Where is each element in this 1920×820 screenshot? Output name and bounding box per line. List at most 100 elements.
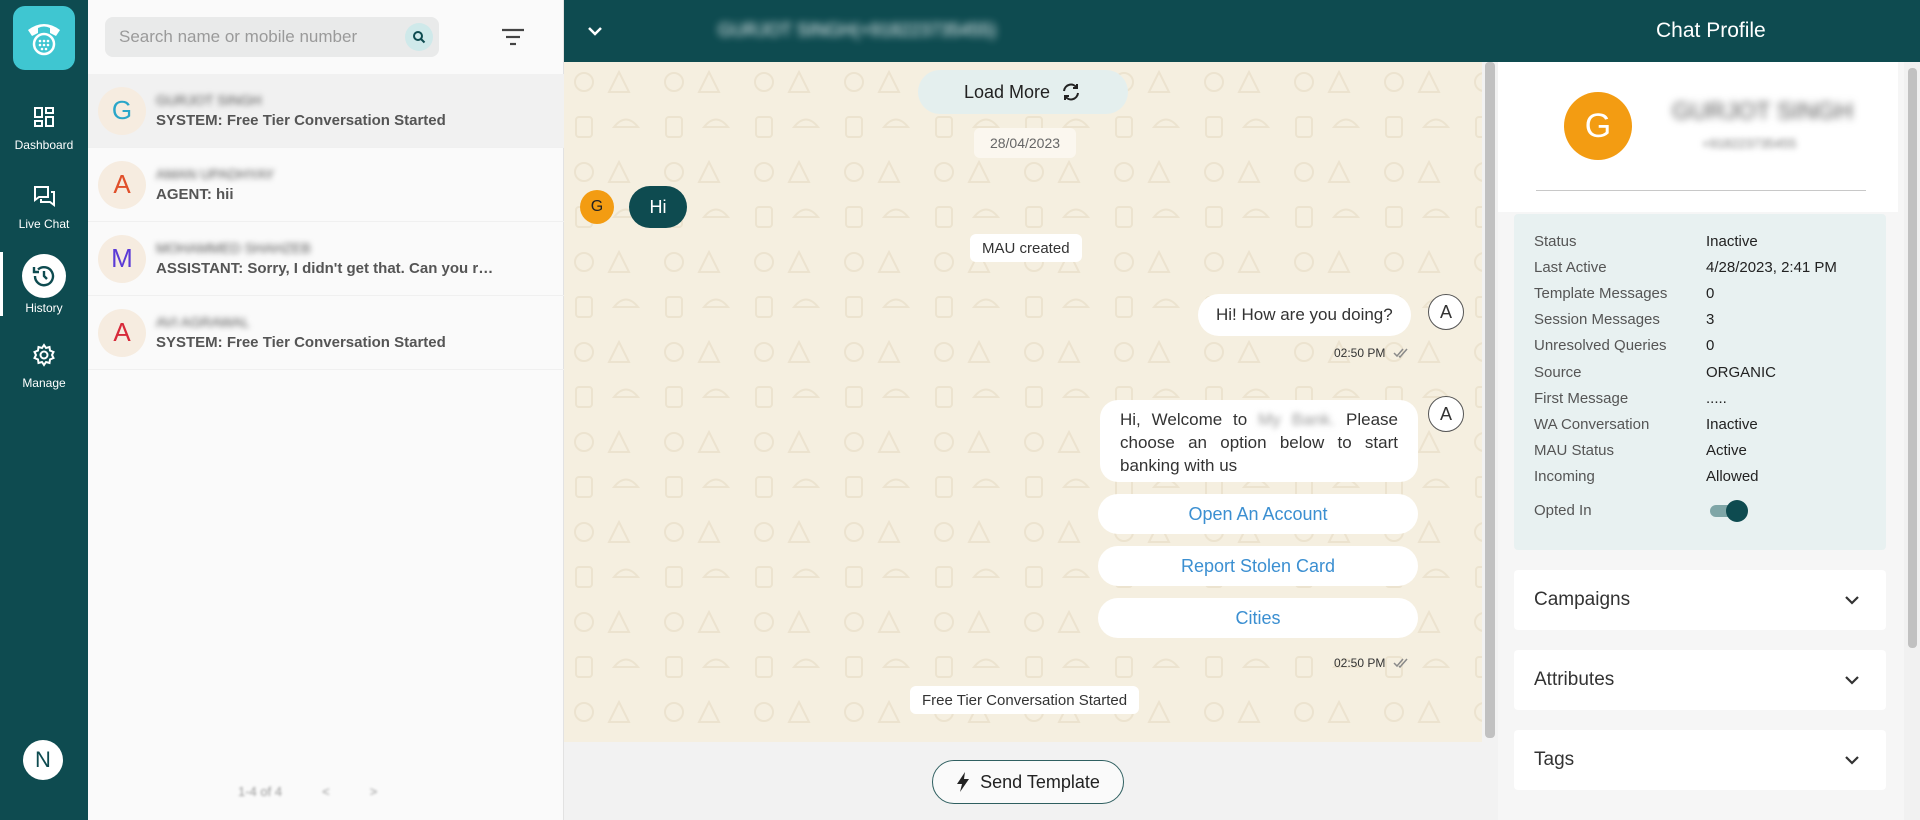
detail-key: Session Messages <box>1534 311 1660 328</box>
chat-scrollbar-thumb[interactable] <box>1485 62 1495 738</box>
quick-reply-cities[interactable]: Cities <box>1098 598 1418 638</box>
message-timestamp: 02:50 PM <box>1334 656 1411 670</box>
search-icon[interactable] <box>405 23 433 51</box>
left-nav: Dashboard Live Chat History Manage N <box>0 0 88 820</box>
detail-value: ORGANIC <box>1706 364 1777 381</box>
composer-bar: Send Template <box>564 742 1498 820</box>
message-time: 02:50 PM <box>1334 346 1386 360</box>
user-avatar[interactable]: N <box>23 740 63 780</box>
chevron-down-icon <box>1845 676 1859 685</box>
message-time: 02:50 PM <box>1334 656 1386 670</box>
nav-manage[interactable]: Manage <box>0 340 88 412</box>
detail-key: Incoming <box>1534 468 1595 485</box>
contact-avatar: M <box>98 234 146 283</box>
chat-header: GURJOT SINGH(+918223735455) Chat Profile <box>564 0 1920 62</box>
contact-item[interactable]: A AMAN UPADHYAY AGENT: hii <box>88 148 564 222</box>
agent-avatar: A <box>1428 396 1464 432</box>
nav-dashboard[interactable]: Dashboard <box>0 102 88 174</box>
campaigns-section[interactable]: Campaigns <box>1514 570 1886 630</box>
opted-in-toggle[interactable] <box>1710 500 1748 522</box>
detail-key: First Message <box>1534 390 1629 407</box>
detail-key: Template Messages <box>1534 285 1668 302</box>
agent-avatar: A <box>1428 294 1464 330</box>
contact-item[interactable]: G GURJOT SINGH SYSTEM: Free Tier Convers… <box>88 74 564 148</box>
detail-value: 0 <box>1706 337 1715 354</box>
contact-avatar: G <box>98 86 146 135</box>
contact-last-message: SYSTEM: Free Tier Conversation Started <box>156 334 446 351</box>
app-logo[interactable] <box>13 6 75 70</box>
tags-section[interactable]: Tags <box>1514 730 1886 790</box>
nav-live-chat[interactable]: Live Chat <box>0 181 88 253</box>
gear-icon <box>29 340 59 370</box>
contact-text: MOHAMMED SHAHZEB ASSISTANT: Sorry, I did… <box>156 240 501 277</box>
date-separator: 28/04/2023 <box>974 128 1076 158</box>
load-more-button[interactable]: Load More <box>918 70 1128 114</box>
quick-reply-open-account[interactable]: Open An Account <box>1098 494 1418 534</box>
detail-key: WA Conversation <box>1534 416 1650 433</box>
section-title: Tags <box>1534 749 1575 770</box>
contact-last-message: SYSTEM: Free Tier Conversation Started <box>156 112 446 129</box>
contact-name: AMAN UPADHYAY <box>156 166 275 182</box>
opted-in-label: Opted In <box>1534 502 1592 519</box>
contact-name: GURJOT SINGH <box>156 92 262 108</box>
chevron-down-icon <box>1845 756 1859 765</box>
refresh-icon <box>1063 83 1080 101</box>
contact-item[interactable]: A AVI AGRAWAL SYSTEM: Free Tier Conversa… <box>88 296 564 370</box>
welcome-message-bubble: Hi, Welcome to My Bank. Please choose an… <box>1100 400 1418 482</box>
nav-history[interactable]: History <box>0 252 88 332</box>
prev-page-button[interactable]: < <box>322 784 330 799</box>
detail-key: Unresolved Queries <box>1534 337 1667 354</box>
dashboard-icon <box>29 102 59 132</box>
chat-icon <box>29 181 59 211</box>
chevron-down-icon[interactable] <box>584 20 606 42</box>
detail-key: Source <box>1534 364 1582 381</box>
detail-value: Active <box>1706 442 1747 459</box>
send-template-label: Send Template <box>980 771 1100 792</box>
history-icon <box>22 254 66 298</box>
contact-item[interactable]: M MOHAMMED SHAHZEB ASSISTANT: Sorry, I d… <box>88 222 564 296</box>
detail-value: Inactive <box>1706 233 1758 250</box>
detail-value: Inactive <box>1706 416 1758 433</box>
chat-scrollbar[interactable] <box>1482 62 1498 742</box>
filter-icon[interactable] <box>500 26 526 48</box>
detail-key: Status <box>1534 233 1577 250</box>
contacts-panel: G GURJOT SINGH SYSTEM: Free Tier Convers… <box>88 0 564 820</box>
phone-logo-icon <box>28 24 60 56</box>
detail-value: ..... <box>1706 390 1727 407</box>
quick-reply-report-stolen-card[interactable]: Report Stolen Card <box>1098 546 1418 586</box>
search-input[interactable] <box>119 17 389 57</box>
double-check-icon <box>1393 658 1408 669</box>
contact-text: AMAN UPADHYAY AGENT: hii <box>156 166 501 203</box>
section-title: Attributes <box>1534 669 1615 690</box>
welcome-prefix: Hi, Welcome to <box>1120 410 1248 429</box>
incoming-message-bubble: Hi <box>629 186 687 228</box>
search-box <box>105 17 439 57</box>
system-event-chip: Free Tier Conversation Started <box>910 686 1140 714</box>
next-page-button[interactable]: > <box>370 784 378 799</box>
profile-details: Status Inactive Last Active 4/28/2023, 2:4… <box>1514 214 1886 550</box>
attributes-section[interactable]: Attributes <box>1514 650 1886 710</box>
contact-last-message: AGENT: hii <box>156 186 234 203</box>
profile-scrollbar[interactable] <box>1904 62 1920 820</box>
message-timestamp: 02:50 PM <box>1334 346 1411 360</box>
profile-header: G GURJOT SINGH +918223735455 <box>1498 62 1898 212</box>
contact-text: AVI AGRAWAL SYSTEM: Free Tier Conversati… <box>156 314 501 351</box>
nav-live-chat-label: Live Chat <box>18 217 70 231</box>
chat-thread: Load More 28/04/2023 G Hi MAU created Hi… <box>564 62 1482 742</box>
profile-scrollbar-thumb[interactable] <box>1908 68 1917 648</box>
system-event-chip: MAU created <box>970 234 1082 262</box>
lightning-icon <box>957 772 970 792</box>
contact-avatar-small: G <box>580 190 614 224</box>
contact-avatar: A <box>98 308 146 357</box>
detail-value: Allowed <box>1706 468 1759 485</box>
profile-name: GURJOT SINGH <box>1672 98 1853 125</box>
profile-divider <box>1536 190 1866 191</box>
profile-avatar: G <box>1564 92 1632 160</box>
detail-value: 3 <box>1706 311 1715 328</box>
section-title: Campaigns <box>1534 589 1631 610</box>
double-check-icon <box>1393 348 1408 359</box>
contact-avatar: A <box>98 160 146 209</box>
send-template-button[interactable]: Send Template <box>932 760 1124 804</box>
profile-phone: +918223735455 <box>1702 136 1797 151</box>
contact-name: AVI AGRAWAL <box>156 314 250 330</box>
